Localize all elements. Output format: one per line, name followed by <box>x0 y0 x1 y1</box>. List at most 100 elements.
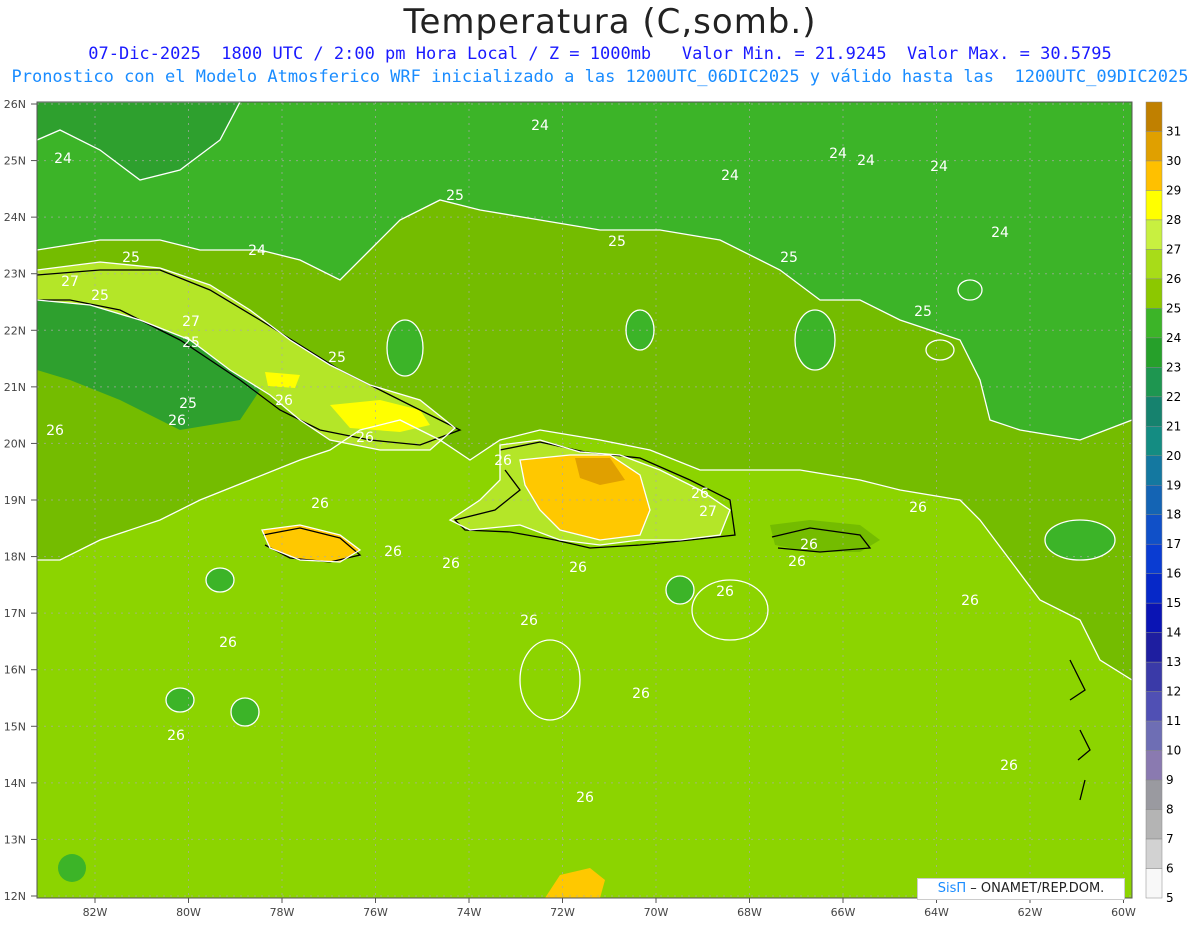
colorbar-swatch <box>1145 809 1163 840</box>
colorbar-label: 7 <box>1166 832 1174 846</box>
lat-tick-label: 20N <box>4 437 26 450</box>
lon-tick-label: 70W <box>644 906 669 919</box>
contour-value-label: 25 <box>328 350 346 366</box>
colorbar-label: 5 <box>1166 891 1174 905</box>
colorbar-label: 20 <box>1166 449 1181 463</box>
lat-tick-label: 19N <box>4 494 26 507</box>
colorbar-label: 30 <box>1166 154 1181 168</box>
colorbar-swatch <box>1145 190 1163 221</box>
colorbar-label: 27 <box>1166 242 1181 256</box>
lon-tick-label: 62W <box>1018 906 1043 919</box>
contour-value-label: 25 <box>780 250 798 266</box>
colorbar-label: 14 <box>1166 626 1181 640</box>
contour-value-label: 26 <box>356 430 374 446</box>
colorbar-label: 10 <box>1166 744 1181 758</box>
colorbar-label: 29 <box>1166 183 1181 197</box>
credit-dash: – <box>970 881 981 896</box>
contour-value-label: 27 <box>699 504 717 520</box>
credit-text: ONAMET/REP.DOM. <box>980 881 1105 896</box>
colorbar-swatch <box>1145 160 1163 191</box>
colorbar-label: 18 <box>1166 508 1181 522</box>
credit-box: SisΠ – ONAMET/REP.DOM. <box>917 878 1125 900</box>
contour-value-label: 26 <box>961 593 979 609</box>
colorbar-swatch <box>1145 278 1163 309</box>
colorbar-swatch <box>1145 514 1163 545</box>
contour-value-label: 24 <box>829 146 847 162</box>
contour-value-label: 25 <box>91 288 109 304</box>
lon-tick-label: 82W <box>83 906 108 919</box>
contour-value-label: 25 <box>182 335 200 351</box>
colorbar-label: 12 <box>1166 685 1181 699</box>
contour-value-label: 26 <box>716 584 734 600</box>
contour-value-label: 26 <box>494 453 512 469</box>
contour-value-label: 26 <box>168 413 186 429</box>
map-field: 24 24 24 24 24 24 24 24 25 25 25 25 25 25 25 25 25 27 27 27… <box>37 102 1132 898</box>
contour-value-label: 26 <box>909 500 927 516</box>
contour-value-label: 26 <box>691 486 709 502</box>
temperature-map: 24 24 24 24 24 24 24 24 25 25 25 25 25 25 25 25 25 27 27 27… <box>4 98 1182 919</box>
contour-value-label: 24 <box>991 225 1009 241</box>
colorbar-swatch <box>1145 308 1163 339</box>
contour-value-label: 24 <box>857 153 875 169</box>
colorbar-label: 16 <box>1166 567 1181 581</box>
colorbar-label: 28 <box>1166 213 1181 227</box>
contour-value-label: 26 <box>167 728 185 744</box>
contour-value-label: 24 <box>721 168 739 184</box>
colorbar-swatch <box>1145 691 1163 722</box>
lat-tick-label: 26N <box>4 98 26 111</box>
colorbar-swatch <box>1145 632 1163 663</box>
lat-tick-label: 15N <box>4 720 26 733</box>
lon-tick-label: 68W <box>737 906 762 919</box>
contour-value-label: 26 <box>384 544 402 560</box>
colorbar-label: 19 <box>1166 478 1181 492</box>
lon-tick-label: 80W <box>176 906 201 919</box>
colorbar-swatch <box>1145 485 1163 515</box>
lat-tick-label: 21N <box>4 381 26 394</box>
lat-tick-label: 17N <box>4 607 26 620</box>
colorbar-label: 13 <box>1166 655 1181 669</box>
colorbar-swatch <box>1145 131 1163 162</box>
contour-value-label: 24 <box>54 151 72 167</box>
colorbar-swatch <box>1145 543 1163 574</box>
colorbar: 31 30 29 28 27 26 25 24 23 22 21 20 19 18 17 16 15 14 13 12… <box>1145 101 1181 905</box>
colorbar-label: 9 <box>1166 773 1174 787</box>
lon-tick-label: 60W <box>1111 906 1136 919</box>
lon-tick-label: 76W <box>363 906 388 919</box>
lat-tick-label: 23N <box>4 268 26 281</box>
contour-value-label: 26 <box>1000 758 1018 774</box>
lon-tick-label: 78W <box>270 906 295 919</box>
lat-tick-label: 18N <box>4 551 26 564</box>
lat-tick-label: 25N <box>4 155 26 168</box>
lon-tick-label: 74W <box>457 906 482 919</box>
colorbar-swatch <box>1145 602 1163 633</box>
contour-value-label: 26 <box>442 556 460 572</box>
contour-value-label: 26 <box>219 635 237 651</box>
colorbar-swatch <box>1145 573 1163 604</box>
lat-tick-label: 16N <box>4 664 26 677</box>
colorbar-swatch <box>1145 367 1163 398</box>
colorbar-swatch <box>1145 426 1163 457</box>
colorbar-label: 17 <box>1166 537 1181 551</box>
contour-value-label: 25 <box>122 250 140 266</box>
colorbar-swatch <box>1145 661 1163 692</box>
contour-value-label: 25 <box>446 188 464 204</box>
colorbar-swatch <box>1145 868 1163 899</box>
contour-value-label: 26 <box>569 560 587 576</box>
contour-value-label: 26 <box>800 537 818 553</box>
colorbar-swatch <box>1145 337 1163 368</box>
lat-tick-label: 22N <box>4 324 26 337</box>
contour-value-label: 26 <box>46 423 64 439</box>
colorbar-label: 6 <box>1166 862 1174 876</box>
lat-tick-label: 12N <box>4 890 26 903</box>
colorbar-swatch <box>1145 720 1163 751</box>
colorbar-label: 26 <box>1166 272 1181 286</box>
contour-value-label: 25 <box>914 304 932 320</box>
contour-value-label: 24 <box>248 243 266 259</box>
colorbar-swatch <box>1145 249 1163 280</box>
colorbar-label: 8 <box>1166 803 1174 817</box>
colorbar-swatch <box>1145 750 1163 781</box>
contour-value-label: 26 <box>275 393 293 409</box>
lon-tick-label: 64W <box>924 906 949 919</box>
colorbar-label: 21 <box>1166 419 1181 433</box>
colorbar-swatch <box>1145 838 1163 869</box>
